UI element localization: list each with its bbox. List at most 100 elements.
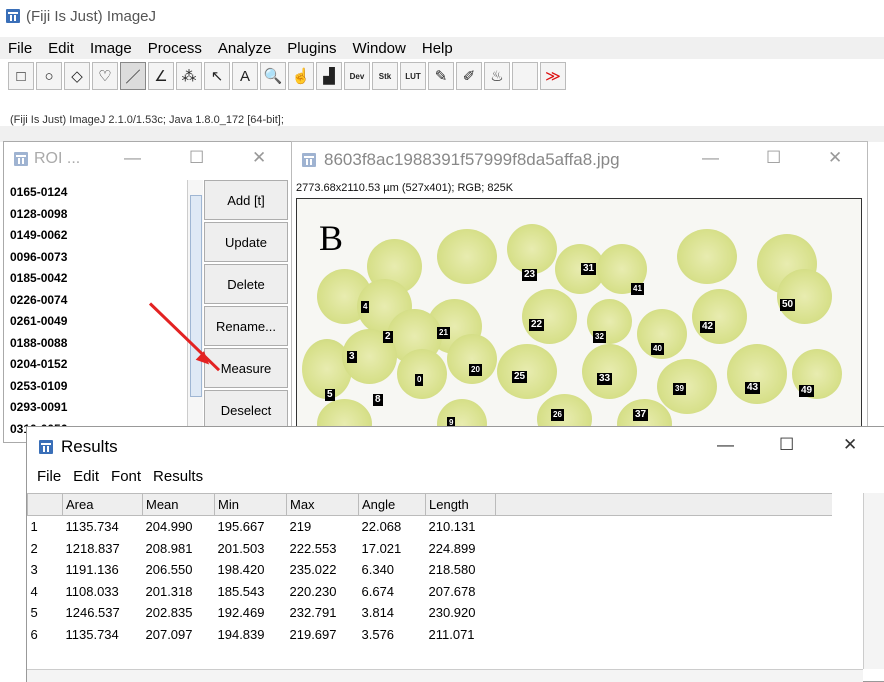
update-button[interactable]: Update [204, 222, 288, 262]
maximize-icon[interactable]: ☐ [779, 435, 794, 455]
close-icon[interactable]: ✕ [828, 148, 842, 168]
column-header-filler [495, 493, 832, 516]
menu-font[interactable]: Font [105, 468, 147, 485]
cell: 1135.734 [65, 519, 119, 535]
maximize-icon[interactable]: ☐ [766, 148, 781, 168]
add-button[interactable]: Add [t] [204, 180, 288, 220]
maximize-icon[interactable]: ☐ [189, 148, 204, 168]
minimize-icon[interactable]: — [717, 435, 734, 455]
panel-letter: B [319, 218, 344, 258]
column-header[interactable]: Mean [142, 493, 215, 516]
cell-label: 41 [631, 283, 644, 295]
list-item[interactable]: 0226-0074 [10, 290, 190, 312]
cell-label: 33 [597, 373, 613, 385]
cell: 220.230 [289, 583, 337, 599]
list-item[interactable]: 0128-0098 [10, 204, 190, 226]
line-icon[interactable]: ／ [120, 62, 146, 90]
list-item[interactable]: 0149-0062 [10, 225, 190, 247]
list-item[interactable]: 0185-0042 [10, 268, 190, 290]
cell-label: 20 [469, 364, 482, 376]
cell-label: 3 [347, 351, 357, 363]
menu-plugins[interactable]: Plugins [279, 40, 344, 57]
table-row[interactable]: 1 1135.734 204.990 195.667 219 22.068 21… [28, 516, 833, 538]
color-picker-icon[interactable]: ▟ [316, 62, 342, 90]
column-header[interactable]: Angle [358, 493, 426, 516]
column-header[interactable] [27, 493, 63, 516]
close-icon[interactable]: ✕ [252, 148, 266, 168]
results-horizontal-scrollbar[interactable] [27, 669, 863, 682]
list-item[interactable]: 0293-0091 [10, 397, 190, 419]
rectangle-icon[interactable]: □ [8, 62, 34, 90]
stk-icon[interactable]: Stk [372, 62, 398, 90]
hand-icon[interactable]: ☝ [288, 62, 314, 90]
menu-results[interactable]: Results [147, 468, 209, 485]
oval-icon[interactable]: ○ [36, 62, 62, 90]
deselect-button[interactable]: Deselect [204, 390, 288, 430]
cell: 224.899 [428, 540, 476, 556]
rename-button[interactable]: Rename... [204, 306, 288, 346]
magnifier-icon[interactable]: 🔍 [260, 62, 286, 90]
text-icon[interactable]: A [232, 62, 258, 90]
column-header[interactable]: Max [286, 493, 359, 516]
blank-tool[interactable] [512, 62, 538, 90]
brush-icon[interactable]: ✐ [456, 62, 482, 90]
menu-edit[interactable]: Edit [67, 468, 105, 485]
cell: 1 [30, 519, 38, 535]
roi-scroll-thumb[interactable] [190, 195, 202, 397]
main-menubar: File Edit Image Process Analyze Plugins … [0, 37, 884, 59]
pencil-icon[interactable]: ✎ [428, 62, 454, 90]
minimize-icon[interactable]: — [702, 148, 719, 168]
table-row[interactable]: 4 1108.033 201.318 185.543 220.230 6.674… [28, 581, 833, 603]
polygon-icon[interactable]: ◇ [64, 62, 90, 90]
cell-label: 8 [373, 394, 383, 406]
results-table[interactable]: Area Mean Min Max Angle Length 1 1135.73… [27, 493, 862, 681]
image-info: 2773.68x2110.53 µm (527x401); RGB; 825K [296, 182, 514, 194]
table-row[interactable]: 2 1218.837 208.981 201.503 222.553 17.02… [28, 538, 833, 560]
menu-analyze[interactable]: Analyze [210, 40, 279, 57]
cell: 1218.837 [65, 540, 120, 556]
menu-image[interactable]: Image [82, 40, 140, 57]
list-item[interactable]: 0253-0109 [10, 376, 190, 398]
menu-process[interactable]: Process [140, 40, 210, 57]
list-item[interactable]: 0165-0124 [10, 182, 190, 204]
results-vertical-scrollbar[interactable] [863, 493, 884, 669]
cell-label: 42 [700, 321, 716, 333]
results-title: Results [39, 437, 118, 457]
more-tools-icon[interactable]: ≫ [540, 62, 566, 90]
delete-button[interactable]: Delete [204, 264, 288, 304]
menu-file[interactable]: File [0, 40, 40, 57]
table-row[interactable]: 3 1191.136 206.550 198.420 235.022 6.340… [28, 559, 833, 581]
background-strip [0, 126, 884, 142]
menu-window[interactable]: Window [345, 40, 414, 57]
image-canvas[interactable]: B 23 31 41 4 21 22 32 40 42 50 2 3 20 0 … [296, 198, 862, 444]
flood-fill-icon[interactable]: ♨ [484, 62, 510, 90]
roi-list[interactable]: 0165-0124 0128-0098 0149-0062 0096-0073 … [10, 182, 190, 440]
angle-icon[interactable]: ∠ [148, 62, 174, 90]
list-item[interactable]: 0188-0088 [10, 333, 190, 355]
wand-icon[interactable]: ↖ [204, 62, 230, 90]
point-icon[interactable]: ⁂ [176, 62, 202, 90]
cell: 202.835 [145, 605, 193, 621]
list-item[interactable]: 0096-0073 [10, 247, 190, 269]
cell-label: 31 [581, 263, 597, 275]
cell: 3 [30, 562, 38, 578]
freehand-icon[interactable]: ♡ [92, 62, 118, 90]
lut-icon[interactable]: LUT [400, 62, 426, 90]
list-item[interactable]: 0204-0152 [10, 354, 190, 376]
imagej-logo-icon [14, 152, 28, 166]
menu-file[interactable]: File [27, 468, 67, 485]
table-row[interactable]: 6 1135.734 207.097 194.839 219.697 3.576… [28, 624, 833, 646]
column-header[interactable]: Area [62, 493, 143, 516]
roi-button-panel: Add [t] Update Delete Rename... Measure … [204, 180, 288, 432]
column-header[interactable]: Length [425, 493, 496, 516]
cell [437, 229, 497, 284]
column-header[interactable]: Min [214, 493, 287, 516]
results-window: Results — ☐ ✕ File Edit Font Results Are… [26, 426, 884, 682]
cell: 232.791 [289, 605, 337, 621]
minimize-icon[interactable]: — [124, 148, 141, 168]
menu-help[interactable]: Help [414, 40, 461, 57]
table-row[interactable]: 5 1246.537 202.835 192.469 232.791 3.814… [28, 602, 833, 624]
menu-edit[interactable]: Edit [40, 40, 82, 57]
close-icon[interactable]: ✕ [843, 435, 857, 455]
dev-icon[interactable]: Dev [344, 62, 370, 90]
